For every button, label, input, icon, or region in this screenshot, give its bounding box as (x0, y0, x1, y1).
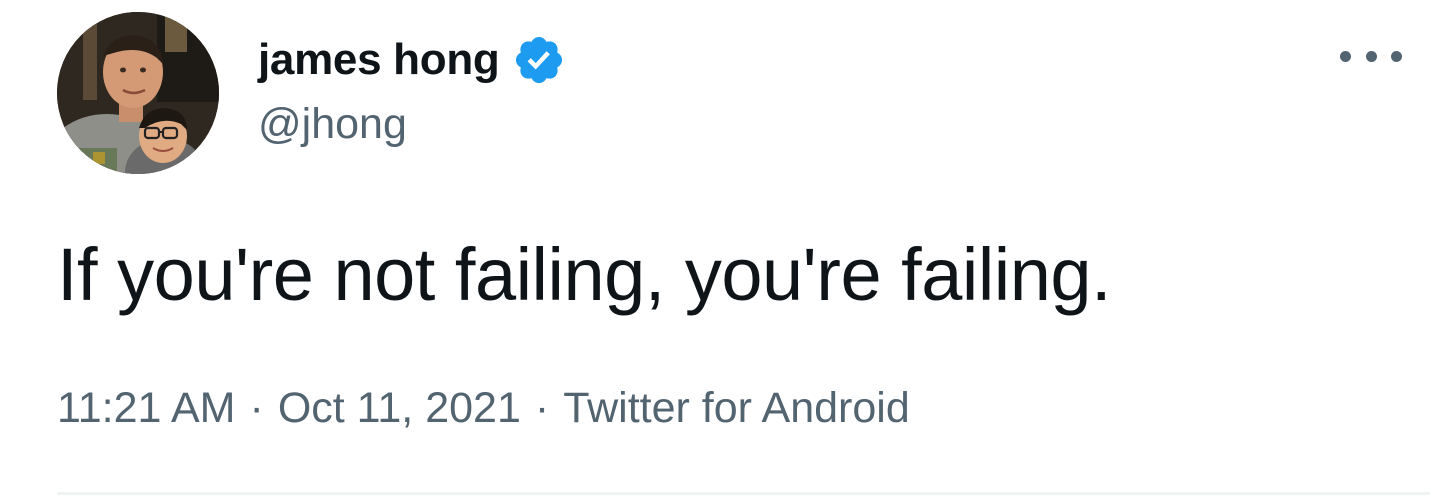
divider (57, 492, 1430, 495)
meta-separator: · (534, 384, 550, 432)
more-dot (1340, 50, 1351, 62)
author-name-row: james hong (258, 30, 566, 90)
tweet-date[interactable]: Oct 11, 2021 (278, 384, 521, 433)
more-dot (1391, 50, 1402, 62)
avatar[interactable] (57, 12, 219, 174)
avatar-photo (57, 12, 219, 174)
more-dot (1365, 50, 1377, 62)
author-handle[interactable]: @jhong (258, 100, 407, 149)
tweet-meta: 11:21 AM · Oct 11, 2021 · Twitter for An… (57, 384, 910, 433)
display-name[interactable]: james hong (258, 35, 500, 85)
verified-badge-icon (512, 33, 566, 87)
tweet-source[interactable]: Twitter for Android (563, 384, 910, 433)
meta-separator: · (249, 384, 264, 432)
more-options-icon[interactable] (1340, 36, 1402, 76)
tweet-time[interactable]: 11:21 AM (57, 384, 236, 433)
tweet-card: james hong @jhong If you're not failing,… (0, 0, 1456, 500)
tweet-text: If you're not failing, you're failing. (57, 233, 1112, 316)
